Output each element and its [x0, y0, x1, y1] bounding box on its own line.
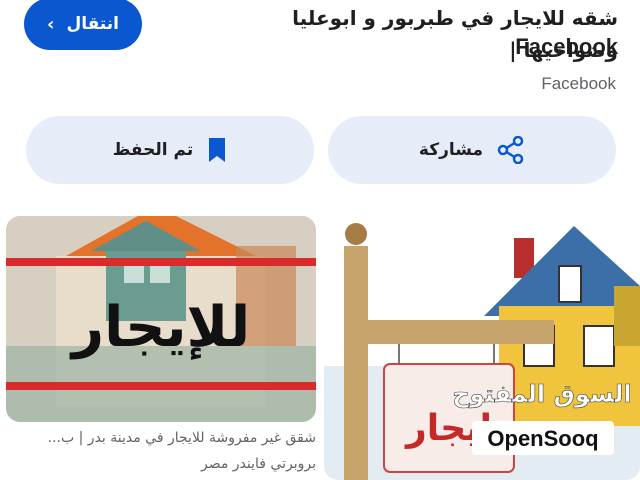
- share-button-label: مشاركة: [418, 140, 484, 160]
- saved-button[interactable]: تم الحفظ: [26, 116, 314, 184]
- chevron-left-icon: ‹: [47, 13, 55, 35]
- share-icon: [497, 136, 525, 164]
- left-result-source: بروبرتي فايندر مصر: [200, 456, 316, 472]
- go-button-label: انتقال: [66, 14, 119, 34]
- left-sign-text: للإيجار: [69, 295, 250, 360]
- watermark-latin: OpenSooq: [487, 426, 598, 451]
- result-image-left[interactable]: للإيجار: [6, 216, 316, 422]
- result-title-site[interactable]: Facebook: [515, 34, 618, 60]
- result-image-right[interactable]: ايجار السوق المفتوح OpenSooq: [324, 216, 640, 480]
- result-source: Facebook: [541, 74, 616, 93]
- watermark-arabic: السوق المفتوح: [452, 380, 631, 408]
- go-button[interactable]: ‹ انتقال: [24, 0, 142, 50]
- share-button[interactable]: مشاركة: [328, 116, 616, 184]
- bookmark-icon: [207, 138, 227, 162]
- saved-button-label: تم الحفظ: [112, 140, 194, 160]
- left-result-caption[interactable]: شقق غير مفروشة للايجار في مدينة بدر | ب.…: [4, 430, 316, 446]
